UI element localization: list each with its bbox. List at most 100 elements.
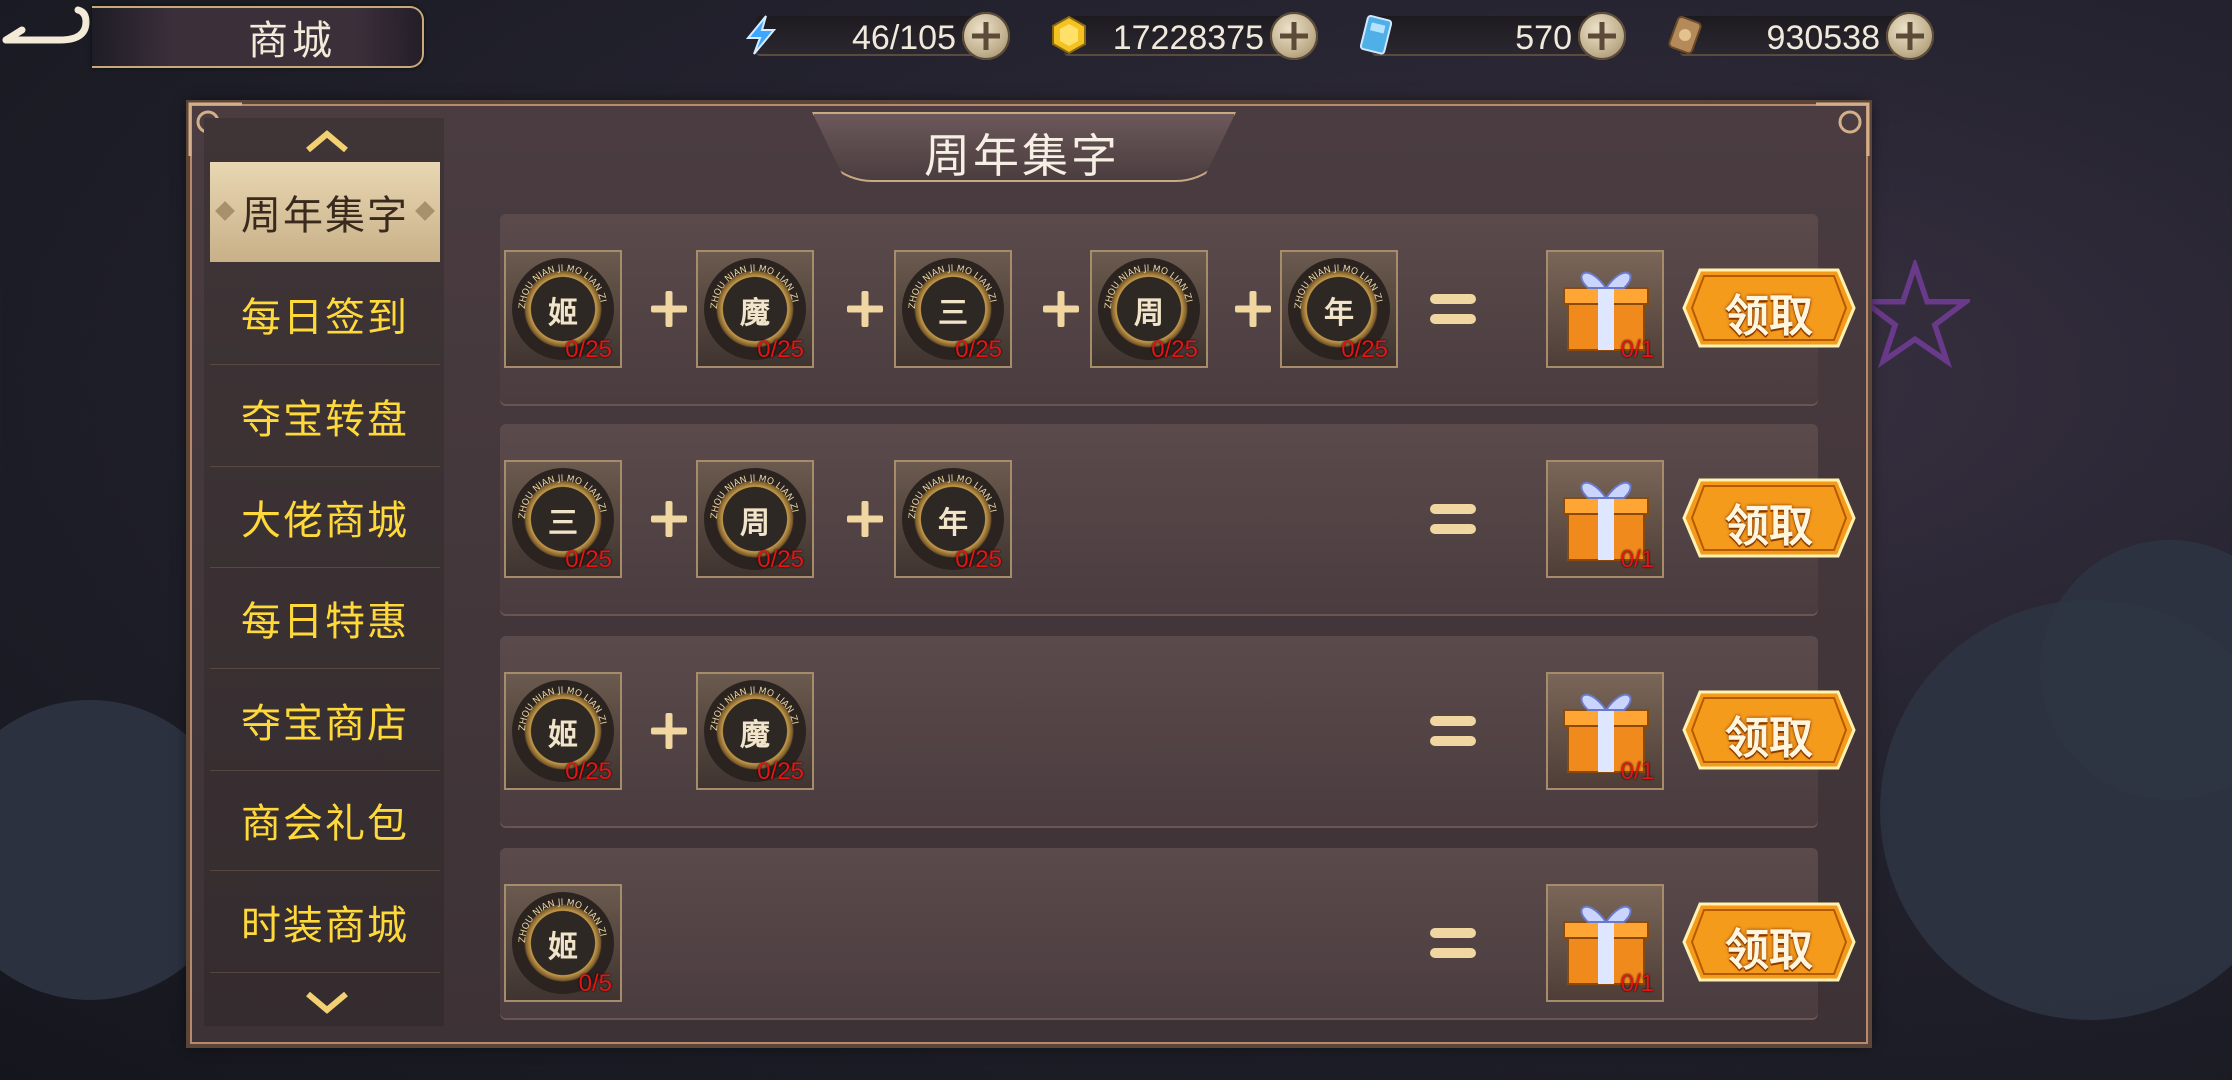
coin-item[interactable]: ZHOU NIAN JI MO LIAN ZI 年 0/25 [1280,250,1398,368]
sidebar-item-treasure-shop[interactable]: 夺宝商店 [210,670,440,771]
coin-count: 0/25 [565,546,612,573]
coin-item[interactable]: ZHOU NIAN JI MO LIAN ZI 三 0/25 [894,250,1012,368]
resource-value: 17228375 [1112,19,1264,57]
equals-sign-icon [1430,928,1476,962]
coin-item[interactable]: ZHOU NIAN JI MO LIAN ZI 年 0/25 [894,460,1012,578]
coin-character: 年 [1324,296,1354,331]
resource-ticket: 570 [1356,10,1626,60]
plus-sign-icon [1042,290,1080,328]
sidebar-item-label: 每日签到 [241,295,409,341]
coin-count: 0/25 [565,758,612,785]
coin-count: 0/25 [955,336,1002,363]
coin-item[interactable]: ZHOU NIAN JI MO LIAN ZI 魔 0/25 [696,250,814,368]
plus-sign-icon [650,712,688,750]
coin-character: 姬 [548,718,578,753]
resource-value: 46/105 [852,19,956,57]
coin-count: 0/25 [565,336,612,363]
sidebar-item-label: 商会礼包 [241,801,409,847]
recipe-row: ZHOU NIAN JI MO LIAN ZI 姬 0/5 0/1 领取 [500,848,1856,1018]
sidebar-item-anniversary-collect[interactable]: 周年集字 [210,162,440,262]
coin-character: 三 [548,506,578,541]
blue-ticket-icon [1359,14,1393,55]
claim-label: 领取 [1725,713,1813,764]
claim-button[interactable]: 领取 [1682,688,1856,772]
reward-count: 0/1 [1620,758,1654,785]
sidebar-item-guild-gift[interactable]: 商会礼包 [210,770,440,871]
coin-character: 姬 [548,296,578,331]
coin-item[interactable]: ZHOU NIAN JI MO LIAN ZI 魔 0/25 [696,672,814,790]
sidebar-item-daily-deals[interactable]: 每日特惠 [210,568,440,669]
sidebar-item-label: 每日特惠 [241,599,409,645]
resource-value: 570 [1515,19,1572,57]
claim-label: 领取 [1725,501,1813,552]
coin-character: 三 [938,296,968,331]
reward-gift-item[interactable]: 0/1 [1546,884,1664,1002]
shop-panel: 周年集字 每日签到 夺宝转盘 大佬商城 每日特惠 夺宝商店 商会礼包 时装商城 … [188,102,1870,1044]
equals-sign-icon [1430,716,1476,750]
add-ticket-button[interactable] [1578,12,1626,60]
claim-label: 领取 [1725,291,1813,342]
plus-sign-icon [846,290,884,328]
sidebar-item-treasure-wheel[interactable]: 夺宝转盘 [210,366,440,467]
plus-sign-icon [846,500,884,538]
section-title: 周年集字 [924,129,1120,183]
bronze-token-icon [1668,15,1702,55]
recipe-row: ZHOU NIAN JI MO LIAN ZI 姬 0/25 ZHOU NIAN… [500,636,1856,826]
sidebar-item-fashion-shop[interactable]: 时装商城 [210,872,440,973]
recipe-row: ZHOU NIAN JI MO LIAN ZI 姬 0/25 ZHOU NIAN… [500,214,1856,404]
coin-count: 0/25 [757,336,804,363]
add-gold-button[interactable] [1270,12,1318,60]
resource-bar [1372,16,1608,56]
reward-gift-item[interactable]: 0/1 [1546,672,1664,790]
sidebar-item-label: 夺宝商店 [241,701,409,747]
sidebar-item-daily-signin[interactable]: 每日签到 [210,264,440,365]
resource-value: 930538 [1766,19,1880,57]
coin-item[interactable]: ZHOU NIAN JI MO LIAN ZI 三 0/25 [504,460,622,578]
coin-item[interactable]: ZHOU NIAN JI MO LIAN ZI 姬 0/25 [504,672,622,790]
category-sidebar: 周年集字 每日签到 夺宝转盘 大佬商城 每日特惠 夺宝商店 商会礼包 时装商城 [204,118,444,1026]
coin-item[interactable]: ZHOU NIAN JI MO LIAN ZI 姬 0/5 [504,884,622,1002]
energy-bolt-icon [745,15,777,55]
sidebar-item-boss-shop[interactable]: 大佬商城 [210,467,440,568]
add-energy-button[interactable] [962,12,1010,60]
back-button[interactable] [0,0,92,60]
reward-count: 0/1 [1620,970,1654,997]
recipe-row: ZHOU NIAN JI MO LIAN ZI 三 0/25 ZHOU NIAN… [500,424,1856,614]
coin-item[interactable]: ZHOU NIAN JI MO LIAN ZI 周 0/25 [696,460,814,578]
coin-count: 0/25 [757,546,804,573]
plus-sign-icon [650,290,688,328]
coin-count: 0/25 [757,758,804,785]
claim-button[interactable]: 领取 [1682,476,1856,560]
coin-item[interactable]: ZHOU NIAN JI MO LIAN ZI 姬 0/25 [504,250,622,368]
coin-character: 姬 [548,930,578,965]
equals-sign-icon [1430,504,1476,538]
claim-button[interactable]: 领取 [1682,266,1856,350]
coin-character: 周 [740,506,770,541]
coin-character: 周 [1134,296,1164,331]
coin-character: 魔 [740,718,770,753]
scroll-up-icon[interactable] [304,128,350,154]
reward-gift-item[interactable]: 0/1 [1546,460,1664,578]
equals-sign-icon [1430,294,1476,328]
coin-count: 0/5 [578,970,612,997]
page-title: 商城 [248,18,336,64]
sidebar-item-label: 周年集字 [241,193,409,239]
sidebar-item-label: 大佬商城 [241,498,409,544]
reward-count: 0/1 [1620,336,1654,363]
reward-gift-item[interactable]: 0/1 [1546,250,1664,368]
back-arrow-icon [2,6,90,44]
coin-item[interactable]: ZHOU NIAN JI MO LIAN ZI 周 0/25 [1090,250,1208,368]
scroll-down-icon[interactable] [304,990,350,1016]
resource-energy: 46/105 [740,10,1010,60]
coin-character: 魔 [740,296,770,331]
coin-count: 0/25 [955,546,1002,573]
sidebar-item-label: 夺宝转盘 [241,397,409,443]
claim-button[interactable]: 领取 [1682,900,1856,984]
coin-count: 0/25 [1341,336,1388,363]
gold-coin-icon [1052,15,1086,55]
plus-sign-icon [650,500,688,538]
reward-count: 0/1 [1620,546,1654,573]
coin-count: 0/25 [1151,336,1198,363]
claim-label: 领取 [1725,925,1813,976]
add-token-button[interactable] [1886,12,1934,60]
